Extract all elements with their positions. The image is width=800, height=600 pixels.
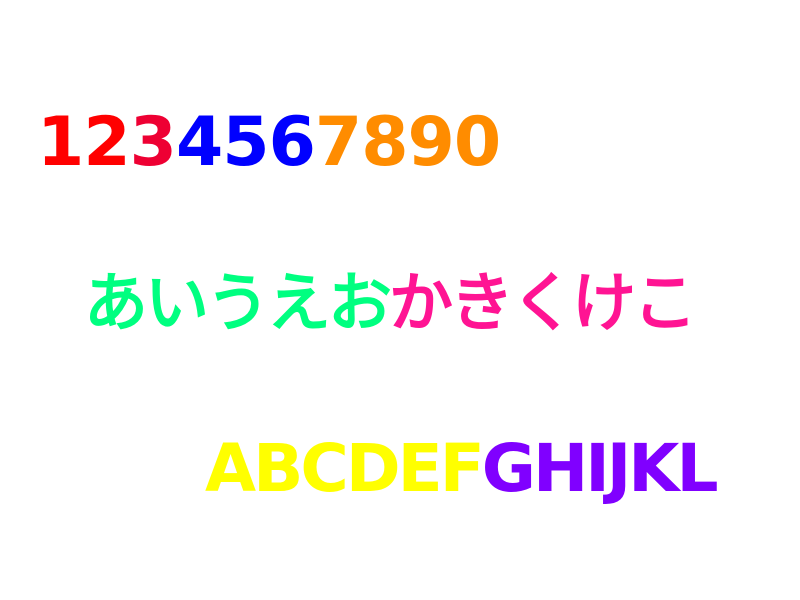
hiragana-line: あいうえおかきくけこ xyxy=(84,267,697,341)
digits-crimson-segment: 3 xyxy=(129,103,177,182)
digit-line: 1234567890 xyxy=(37,103,501,182)
hiragana-pink-segment: かきくけこ xyxy=(389,267,697,341)
hiragana-green-segment: あいうえお xyxy=(84,267,392,341)
digits-blue-segment: 456 xyxy=(175,103,316,182)
latin-purple-segment: GHIJKL xyxy=(481,430,719,507)
latin-line: ABCDEFGHIJKL xyxy=(205,430,719,507)
latin-yellow-segment: ABCDEF xyxy=(205,430,485,507)
digits-orange-segment: 7890 xyxy=(314,103,501,182)
digits-red-segment: 12 xyxy=(37,103,131,182)
